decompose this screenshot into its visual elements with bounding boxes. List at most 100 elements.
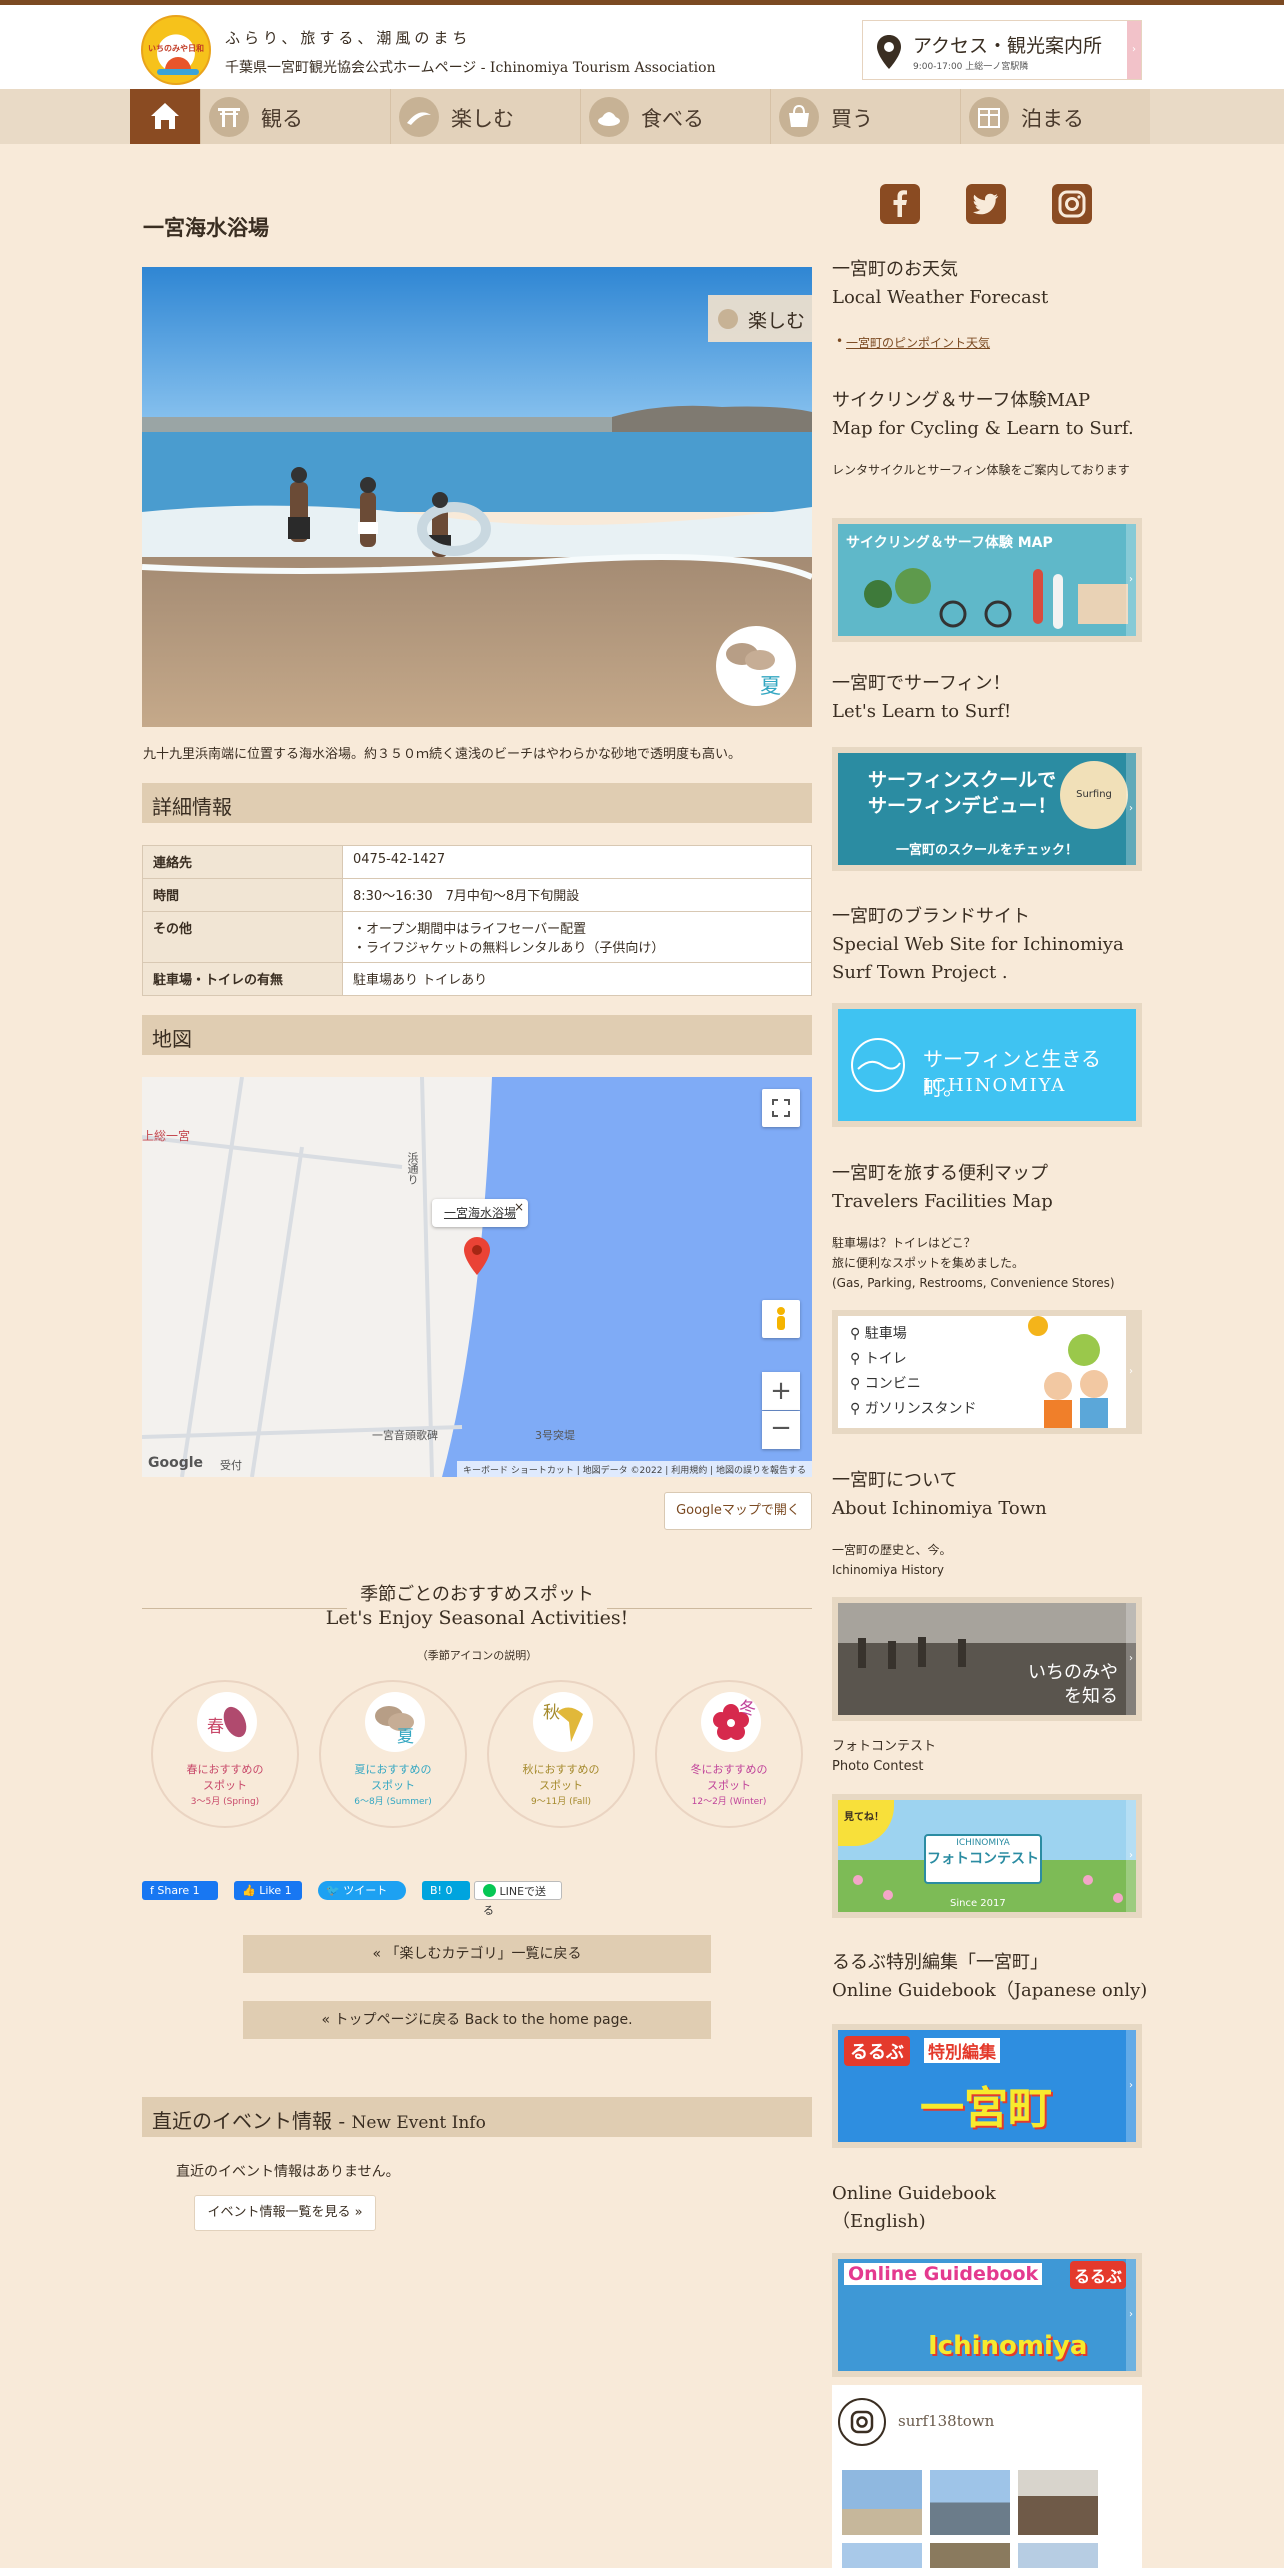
map-marker-icon[interactable] — [464, 1237, 490, 1275]
details-table: 連絡先 0475-42-1427 時間 8:30～16:30 7月中旬～8月下旬開設… — [142, 845, 812, 996]
surf-school-banner[interactable]: サーフィンスクールで サーフィンデビュー！ Surfing 一宮町のスクールをチェ… — [832, 747, 1142, 871]
close-icon[interactable]: × — [514, 1193, 524, 1221]
season-icon-explanation[interactable]: （季節アイコンの説明） — [142, 1647, 812, 1663]
photo-contest-banner[interactable]: 見てね！ ICHINOMIYA フォトコンテスト Since 2017 › — [832, 1794, 1142, 1918]
rurubu-logo: るるぶ — [1070, 2261, 1127, 2289]
rurubu-logo: るるぶ — [844, 2036, 910, 2066]
brand-site-banner[interactable]: サーフィンと生きる町。 ICHINOMIYA — [832, 1003, 1142, 1127]
detail-key: 時間 — [142, 878, 343, 912]
nav-item-label: 観る — [261, 107, 303, 131]
access-title: アクセス・観光案内所 — [913, 35, 1103, 57]
season-range: 9～11月 (Fall) — [531, 1797, 591, 1807]
map-shortcuts-link[interactable]: キーボード ショートカット — [463, 1466, 574, 1476]
facebook-share-button[interactable]: f Share 1 — [142, 1881, 218, 1900]
nav-item-enjoy[interactable]: 楽しむ — [390, 89, 580, 144]
access-info-button[interactable]: アクセス・観光案内所 9:00-17:00 上総一ノ宮駅隣 › — [862, 20, 1142, 80]
instagram-thumbnail[interactable] — [842, 2543, 922, 2568]
guide-title: Online Guidebook — [844, 2263, 1043, 2285]
google-logo: Google — [148, 1455, 204, 1471]
instagram-thumbnail[interactable] — [930, 2543, 1010, 2568]
rurubu-guidebook-banner[interactable]: るるぶ 特別編集 一宮町 › — [832, 2024, 1142, 2148]
line-share-button[interactable]: LINEで送る — [474, 1881, 562, 1917]
detail-value: 8:30～16:30 7月中旬～8月下旬開設 — [342, 878, 812, 912]
back-to-top-button[interactable]: « トップページに戻る Back to the home page. — [243, 2001, 711, 2039]
google-map[interactable]: 上総一宮 浜通り 一宮海水浴場 × 一宮音頭歌碑 3号突堤 受付 + − Goo… — [142, 1077, 812, 1477]
instagram-link[interactable] — [1052, 184, 1092, 224]
season-summer[interactable]: 夏 夏におすすめの スポット 6～8月 (Summer) — [319, 1680, 467, 1828]
map-report-link[interactable]: 地図の誤りを報告する — [716, 1466, 806, 1476]
surf-icon — [399, 97, 439, 137]
site-title[interactable]: 千葉県一宮町観光協会公式ホームページ - Ichinomiya Tourism … — [225, 57, 716, 77]
surf-icon — [718, 309, 738, 329]
detail-key: 連絡先 — [142, 845, 343, 879]
instagram-username[interactable]: surf138town — [898, 2412, 994, 2430]
zoom-in-button[interactable]: + — [762, 1372, 800, 1410]
season-label: 春におすすめの スポット — [186, 1763, 264, 1792]
nav-item-eat[interactable]: 食べる — [580, 89, 770, 144]
clam-icon — [726, 643, 775, 670]
nav-item-label: 楽しむ — [451, 107, 514, 131]
detail-key: その他 — [142, 911, 343, 963]
detail-value: 0475-42-1427 — [342, 845, 812, 879]
autumn-icon: 秋 — [533, 1692, 593, 1752]
instagram-thumbnail[interactable] — [1018, 2543, 1098, 2568]
thumbs-up-icon: 👍 — [242, 1884, 260, 1897]
instagram-thumbnail[interactable] — [930, 2470, 1010, 2535]
weather-link[interactable]: • 一宮町のピンポイント天気 — [836, 334, 990, 351]
category-badge[interactable]: 楽しむ — [708, 295, 812, 342]
page-title: 一宮海水浴場 — [143, 215, 269, 240]
map-road-label: 浜通り — [406, 1152, 419, 1185]
brand-heading: 一宮町のブランドサイト Special Web Site for Ichinomi… — [832, 906, 1124, 983]
surf-heading: 一宮町でサーフィン！ Let's Learn to Surf! — [832, 673, 1012, 722]
table-row: その他 ・オープン期間中はライフセーバー配置 ・ライフジャケットの無料レンタルあり… — [142, 911, 812, 963]
photo-contest-since: Since 2017 — [950, 1898, 1006, 1909]
open-google-maps-button[interactable]: Googleマップで開く — [664, 1492, 812, 1530]
chevron-right-icon: › — [1127, 21, 1141, 79]
tweet-button[interactable]: 🐦 ツイート — [318, 1881, 406, 1900]
season-label: 冬におすすめの スポット — [690, 1763, 768, 1792]
fullscreen-button[interactable] — [762, 1089, 800, 1127]
instagram-avatar[interactable] — [838, 2398, 886, 2446]
nav-home[interactable] — [130, 89, 200, 144]
site-logo[interactable]: いちのみや日和 — [141, 15, 211, 85]
street-view-pegman[interactable] — [762, 1300, 800, 1338]
back-to-category-button[interactable]: « 「楽しむカテゴリ」一覧に戻る — [243, 1935, 711, 1973]
nav-item-stay[interactable]: 泊まる — [960, 89, 1150, 144]
events-list-button[interactable]: イベント情報一覧を見る » — [194, 2195, 376, 2231]
about-town-banner[interactable]: いちのみや を知る › — [832, 1597, 1142, 1721]
travelers-illustration — [1028, 1316, 1108, 1428]
facebook-like-button[interactable]: 👍 Like 1 — [234, 1881, 302, 1900]
season-autumn[interactable]: 秋 秋におすすめの スポット 9～11月 (Fall) — [487, 1680, 635, 1828]
food-icon — [589, 97, 629, 137]
nav-item-label: 買う — [831, 107, 873, 131]
table-row: 駐車場・トイレの有無 駐車場あり トイレあり — [142, 962, 812, 996]
season-spring[interactable]: 春 春におすすめの スポット 3～5月 (Spring) — [151, 1680, 299, 1828]
map-terms-link[interactable]: 利用規約 — [671, 1466, 707, 1476]
instagram-thumbnail[interactable] — [1018, 2470, 1098, 2535]
instagram-thumbnail[interactable] — [842, 2470, 922, 2535]
nav-item-see[interactable]: 観る — [200, 89, 390, 144]
twitter-link[interactable] — [966, 184, 1006, 224]
torii-icon — [209, 97, 249, 137]
seasonal-title-en: Let's Enjoy Seasonal Activities! — [325, 1607, 629, 1629]
season-badge-label: 夏 — [760, 674, 781, 698]
english-guidebook-banner[interactable]: Online Guidebook るるぶ Ichinomiya › — [832, 2253, 1142, 2377]
spot-description: 九十九里浜南端に位置する海水浴場。約３５０ｍ続く遠浅のビーチはやわらかな砂地で透… — [143, 747, 742, 762]
map-popup[interactable]: 一宮海水浴場 × — [432, 1199, 528, 1227]
map-place-label: 上総一宮 — [142, 1129, 191, 1143]
surf-badge: Surfing — [1060, 761, 1128, 829]
map-popup-label: 一宮海水浴場 — [443, 1206, 516, 1220]
english-guide-heading: Online Guidebook （English) — [832, 2183, 996, 2232]
season-winter[interactable]: 冬 冬におすすめの スポット 12～2月 (Winter) — [655, 1680, 803, 1828]
facebook-link[interactable] — [880, 184, 920, 224]
banner-text: サーフィンスクールで サーフィンデビュー！ — [868, 769, 1057, 817]
zoom-out-button[interactable]: − — [762, 1411, 800, 1449]
cycling-description: レンタサイクルとサーフィン体験をご案内しております — [832, 463, 1130, 477]
travel-map-banner[interactable]: ⚲ 駐車場 ⚲ トイレ ⚲ コンビニ ⚲ ガソリンスタンド › — [832, 1310, 1142, 1434]
spring-icon: 春 — [197, 1692, 257, 1752]
map-data-credit: 地図データ ©2022 — [582, 1466, 663, 1476]
nav-item-buy[interactable]: 買う — [770, 89, 960, 144]
details-heading: 詳細情報 — [142, 783, 812, 823]
hatena-bookmark-button[interactable]: B! 0 — [422, 1881, 470, 1900]
cycling-map-banner[interactable]: サイクリング＆サーフ体験 MAP › — [832, 518, 1142, 642]
